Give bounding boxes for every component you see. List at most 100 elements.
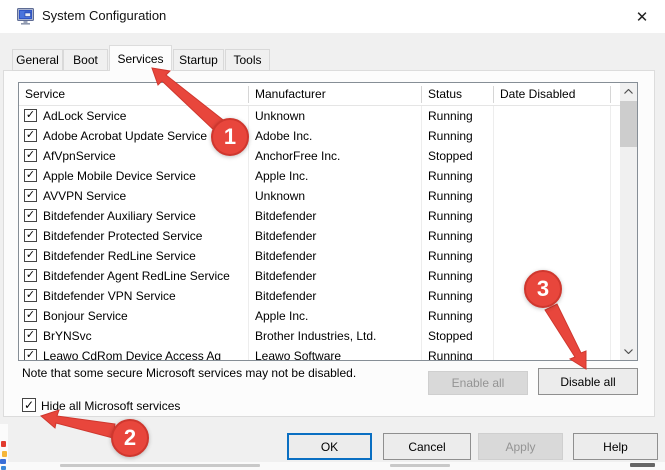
status-cell: Running bbox=[428, 209, 491, 223]
header-date-disabled[interactable]: Date Disabled bbox=[500, 87, 575, 101]
enable-all-button[interactable]: Enable all bbox=[428, 371, 528, 395]
status-cell: Running bbox=[428, 249, 491, 263]
background-artifact bbox=[1, 441, 6, 447]
header-service[interactable]: Service bbox=[25, 87, 65, 101]
service-row[interactable]: ✓ BrYNSvc Brother Industries, Ltd. Stopp… bbox=[19, 326, 620, 346]
tab-services[interactable]: Services bbox=[109, 45, 172, 71]
manufacturer-cell: AnchorFree Inc. bbox=[255, 149, 419, 163]
service-name-cell: Bitdefender Protected Service bbox=[43, 229, 246, 243]
service-row[interactable]: ✓ Leawo CdRom Device Access Ag Leawo Sof… bbox=[19, 346, 620, 360]
disable-all-button[interactable]: Disable all bbox=[538, 368, 638, 395]
tab-services-label: Services bbox=[117, 52, 163, 66]
service-checkbox[interactable]: ✓ bbox=[24, 349, 37, 360]
service-checkbox[interactable]: ✓ bbox=[24, 169, 37, 182]
services-list: Service Manufacturer Status Date Disable… bbox=[18, 82, 638, 361]
service-row[interactable]: ✓ Apple Mobile Device Service Apple Inc.… bbox=[19, 166, 620, 186]
status-cell: Running bbox=[428, 189, 491, 203]
manufacturer-cell: Bitdefender bbox=[255, 249, 419, 263]
manufacturer-cell: Bitdefender bbox=[255, 269, 419, 283]
tab-boot-label: Boot bbox=[73, 53, 98, 67]
service-name-cell: Bonjour Service bbox=[43, 309, 246, 323]
manufacturer-cell: Apple Inc. bbox=[255, 169, 419, 183]
service-checkbox[interactable]: ✓ bbox=[24, 289, 37, 302]
tab-startup[interactable]: Startup bbox=[173, 49, 224, 71]
manufacturer-cell: Brother Industries, Ltd. bbox=[255, 329, 419, 343]
service-name-cell: BrYNSvc bbox=[43, 329, 246, 343]
help-button[interactable]: Help bbox=[573, 433, 658, 460]
header-divider bbox=[493, 86, 494, 103]
status-cell: Running bbox=[428, 309, 491, 323]
tab-tools[interactable]: Tools bbox=[225, 49, 270, 71]
annotation-badge-3: 3 bbox=[524, 270, 562, 308]
service-name-cell: Bitdefender Auxiliary Service bbox=[43, 209, 246, 223]
service-name-cell: AVVPN Service bbox=[43, 189, 246, 203]
service-checkbox[interactable]: ✓ bbox=[24, 109, 37, 122]
microsoft-services-note: Note that some secure Microsoft services… bbox=[22, 366, 356, 380]
tab-startup-label: Startup bbox=[179, 53, 218, 67]
manufacturer-cell: Bitdefender bbox=[255, 209, 419, 223]
header-manufacturer[interactable]: Manufacturer bbox=[255, 87, 326, 101]
scrollbar-chevron-up-icon[interactable] bbox=[620, 83, 637, 100]
status-cell: Running bbox=[428, 289, 491, 303]
service-row[interactable]: ✓ AfVpnService AnchorFree Inc. Stopped bbox=[19, 146, 620, 166]
service-name-cell: AfVpnService bbox=[43, 149, 246, 163]
annotation-badge-2: 2 bbox=[111, 419, 149, 457]
ok-button[interactable]: OK bbox=[287, 433, 372, 460]
status-cell: Running bbox=[428, 129, 491, 143]
service-checkbox[interactable]: ✓ bbox=[24, 269, 37, 282]
service-row[interactable]: ✓ Adobe Acrobat Update Service Adobe Inc… bbox=[19, 126, 620, 146]
status-cell: Running bbox=[428, 269, 491, 283]
service-row[interactable]: ✓ Bitdefender Auxiliary Service Bitdefen… bbox=[19, 206, 620, 226]
scrollbar-thumb[interactable] bbox=[620, 101, 637, 147]
header-status[interactable]: Status bbox=[428, 87, 462, 101]
service-row[interactable]: ✓ AVVPN Service Unknown Running bbox=[19, 186, 620, 206]
background-artifact bbox=[1, 466, 6, 470]
list-header: Service Manufacturer Status Date Disable… bbox=[19, 83, 620, 106]
header-divider bbox=[421, 86, 422, 103]
background-artifact bbox=[0, 459, 6, 464]
status-cell: Running bbox=[428, 349, 491, 360]
service-row[interactable]: ✓ Bitdefender Protected Service Bitdefen… bbox=[19, 226, 620, 246]
service-checkbox[interactable]: ✓ bbox=[24, 309, 37, 322]
hide-microsoft-checkbox[interactable]: ✓ bbox=[22, 398, 36, 412]
background-artifact bbox=[2, 451, 7, 457]
service-name-cell: Bitdefender Agent RedLine Service bbox=[43, 269, 246, 283]
apply-button[interactable]: Apply bbox=[478, 433, 563, 460]
manufacturer-cell: Adobe Inc. bbox=[255, 129, 419, 143]
service-checkbox[interactable]: ✓ bbox=[24, 329, 37, 342]
service-name-cell: Leawo CdRom Device Access Ag bbox=[43, 349, 246, 360]
cancel-button[interactable]: Cancel bbox=[383, 433, 471, 460]
vertical-scrollbar[interactable] bbox=[620, 83, 637, 360]
scrollbar-chevron-down-icon[interactable] bbox=[620, 343, 637, 360]
service-checkbox[interactable]: ✓ bbox=[24, 149, 37, 162]
header-divider bbox=[248, 86, 249, 103]
status-cell: Running bbox=[428, 229, 491, 243]
manufacturer-cell: Bitdefender bbox=[255, 229, 419, 243]
status-cell: Running bbox=[428, 109, 491, 123]
title-bar: System Configuration ✕ bbox=[0, 0, 665, 33]
manufacturer-cell: Unknown bbox=[255, 109, 419, 123]
service-checkbox[interactable]: ✓ bbox=[24, 209, 37, 222]
status-cell: Stopped bbox=[428, 329, 491, 343]
service-checkbox[interactable]: ✓ bbox=[24, 249, 37, 262]
tab-general[interactable]: General bbox=[12, 49, 63, 71]
system-configuration-window: System Configuration ✕ General Boot Serv… bbox=[0, 0, 665, 470]
tab-boot[interactable]: Boot bbox=[63, 49, 108, 71]
service-row[interactable]: ✓ Bonjour Service Apple Inc. Running bbox=[19, 306, 620, 326]
service-list-body: ✓ AdLock Service Unknown Running ✓ Adobe… bbox=[19, 106, 620, 360]
manufacturer-cell: Bitdefender bbox=[255, 289, 419, 303]
service-checkbox[interactable]: ✓ bbox=[24, 189, 37, 202]
service-row[interactable]: ✓ Bitdefender RedLine Service Bitdefende… bbox=[19, 246, 620, 266]
header-divider bbox=[610, 86, 611, 103]
window-title: System Configuration bbox=[42, 8, 166, 23]
service-checkbox[interactable]: ✓ bbox=[24, 229, 37, 242]
service-name-cell: Apple Mobile Device Service bbox=[43, 169, 246, 183]
service-name-cell: AdLock Service bbox=[43, 109, 246, 123]
msconfig-app-icon bbox=[17, 8, 34, 25]
close-icon[interactable]: ✕ bbox=[629, 5, 655, 29]
service-row[interactable]: ✓ AdLock Service Unknown Running bbox=[19, 106, 620, 126]
service-checkbox[interactable]: ✓ bbox=[24, 129, 37, 142]
annotation-badge-1: 1 bbox=[211, 118, 249, 156]
service-name-cell: Bitdefender VPN Service bbox=[43, 289, 246, 303]
manufacturer-cell: Unknown bbox=[255, 189, 419, 203]
